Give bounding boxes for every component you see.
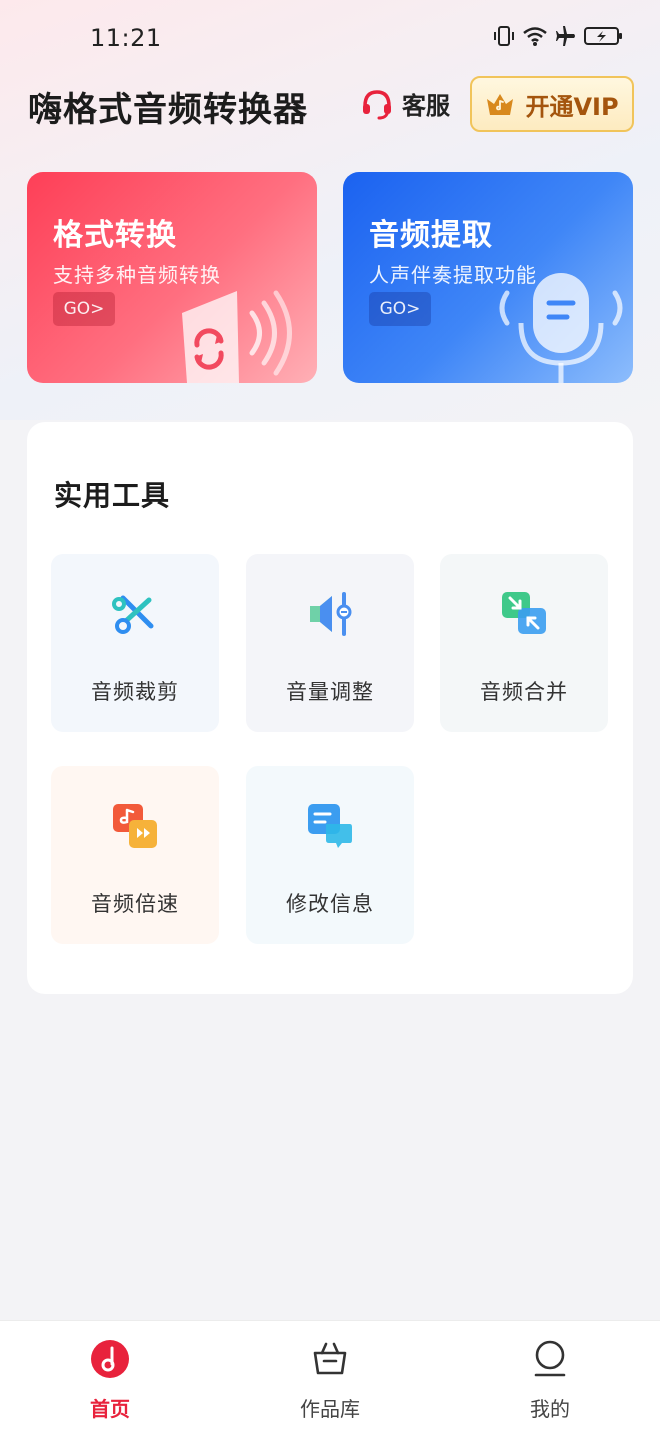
status-time: 11:21 <box>90 24 162 52</box>
user-icon <box>534 1340 566 1377</box>
tool-audio-speed[interactable]: 音频倍速 <box>51 766 219 944</box>
tab-works-library[interactable]: 作品库 <box>250 1321 410 1430</box>
banner-title: 格式转换 <box>53 218 177 253</box>
crown-icon <box>487 94 514 115</box>
tab-mine[interactable]: 我的 <box>470 1321 630 1430</box>
edit-info-icon <box>308 804 352 848</box>
go-button[interactable]: GO> <box>53 292 115 326</box>
vibrate-icon <box>494 26 514 46</box>
tool-audio-trim[interactable]: 音频裁剪 <box>51 554 219 732</box>
vip-button[interactable]: 开通VIP <box>470 76 634 132</box>
app-title: 嗨格式音频转换器 <box>28 90 308 130</box>
tab-home[interactable]: 首页 <box>30 1321 190 1430</box>
status-icons <box>492 24 624 48</box>
app-header: 嗨格式音频转换器 客服 开通VIP <box>0 76 660 136</box>
customer-service-button[interactable]: 客服 <box>360 86 450 121</box>
bottom-tab-bar: 首页 作品库 我的 <box>0 1320 660 1430</box>
audio-extract-card[interactable]: 音频提取 人声伴奏提取功能 GO> <box>343 172 633 383</box>
tool-label: 音频合并 <box>480 680 568 704</box>
tool-audio-merge[interactable]: 音频合并 <box>440 554 608 732</box>
merge-icon <box>502 592 546 634</box>
tools-card: 实用工具 音频裁剪 音量调整 音频合并 音频倍速 修改信息 <box>27 422 633 994</box>
tool-volume-adjust[interactable]: 音量调整 <box>246 554 414 732</box>
vip-label: 开通VIP <box>525 92 619 121</box>
speaker-convert-icon <box>182 290 292 383</box>
tool-label: 修改信息 <box>286 892 374 916</box>
tool-label: 音量调整 <box>286 680 374 704</box>
volume-adjust-icon <box>310 592 352 636</box>
battery-icon <box>584 27 622 45</box>
basket-icon <box>313 1342 347 1375</box>
tab-label: 我的 <box>530 1397 570 1421</box>
tool-label: 音频倍速 <box>91 892 179 916</box>
customer-service-label: 客服 <box>402 92 450 120</box>
microphone-icon <box>499 273 623 383</box>
airplane-icon <box>556 26 575 46</box>
tools-title: 实用工具 <box>54 479 171 512</box>
tool-label: 音频裁剪 <box>91 680 179 704</box>
status-bar: 11:21 <box>0 0 660 76</box>
speed-icon <box>113 804 157 848</box>
format-convert-card[interactable]: 格式转换 支持多种音频转换 GO> <box>27 172 317 383</box>
wifi-icon <box>523 27 547 46</box>
tab-label: 作品库 <box>300 1397 360 1421</box>
music-note-icon <box>91 1340 129 1378</box>
banner-title: 音频提取 <box>369 218 493 253</box>
scissors-icon <box>112 595 154 634</box>
headset-icon <box>363 89 391 119</box>
tool-edit-info[interactable]: 修改信息 <box>246 766 414 944</box>
go-button[interactable]: GO> <box>369 292 431 326</box>
tab-label: 首页 <box>90 1397 130 1421</box>
